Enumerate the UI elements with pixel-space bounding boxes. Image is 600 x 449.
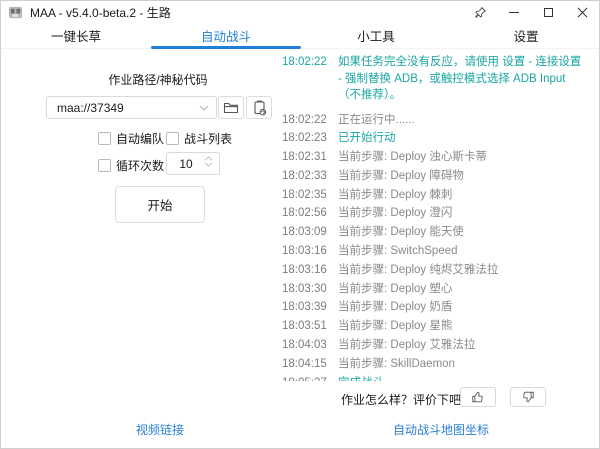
thumbs-down-button[interactable] (510, 387, 546, 407)
app-logo-icon (8, 5, 23, 20)
tab-bar: 一键长草 自动战斗 小工具 设置 (1, 23, 600, 49)
open-file-button[interactable] (218, 96, 244, 119)
log-message: 完成战斗 (338, 374, 586, 381)
start-button[interactable]: 开始 (115, 186, 205, 223)
log-entry: 18:02:56 当前步骤: Deploy 澄闪 (282, 204, 586, 223)
log-message: 当前步骤: Deploy 纯烬艾雅法拉 (338, 261, 586, 280)
log-timestamp: 18:02:35 (282, 186, 328, 205)
log-message: 当前步骤: Deploy 塑心 (338, 280, 586, 299)
import-from-clipboard-button[interactable] (246, 96, 272, 119)
log-message: 当前步骤: Deploy 艾雅法拉 (338, 336, 586, 355)
chevron-down-icon[interactable] (199, 105, 209, 111)
video-link[interactable]: 视频链接 (110, 421, 210, 438)
log-entry: 18:03:30 当前步骤: Deploy 塑心 (282, 280, 586, 299)
log-message: 当前步骤: Deploy 星熊 (338, 317, 586, 336)
log-message: 如果任务完全没有反应，请使用 设置 - 连接设置 - 强制替换 ADB，或触控模… (338, 54, 586, 104)
log-entry: 18:03:09 当前步骤: Deploy 能天使 (282, 223, 586, 242)
log-message: 当前步骤: SkillDaemon (338, 355, 586, 374)
thumbs-up-icon (471, 390, 485, 404)
close-icon (577, 7, 588, 18)
loop-times-label: 循环次数 (116, 157, 164, 174)
titlebar-controls (463, 1, 599, 23)
log-entry: 18:04:15 当前步骤: SkillDaemon (282, 355, 586, 374)
log-entry: 18:02:35 当前步骤: Deploy 棘刺 (282, 186, 586, 205)
log-message: 当前步骤: Deploy 能天使 (338, 223, 586, 242)
pin-icon (474, 6, 487, 19)
minimize-button[interactable] (497, 1, 531, 23)
log-entry: 18:03:51 当前步骤: Deploy 星熊 (282, 317, 586, 336)
log-entry: 18:05:27 完成战斗 (282, 374, 586, 381)
loop-times-checkbox[interactable] (98, 159, 111, 172)
log-timestamp: 18:02:23 (282, 129, 328, 148)
log-timestamp: 18:05:27 (282, 374, 328, 381)
tab-farming[interactable]: 一键长草 (1, 23, 151, 48)
log-timestamp: 18:03:30 (282, 280, 328, 299)
battle-list-option: 战斗列表 (166, 130, 232, 147)
loop-times-option: 循环次数 (98, 157, 164, 174)
log-timestamp: 18:02:31 (282, 148, 328, 167)
tab-settings[interactable]: 设置 (451, 23, 600, 48)
log-entry: 18:04:03 当前步骤: Deploy 艾雅法拉 (282, 336, 586, 355)
log-list: 18:02:22 如果任务完全没有反应，请使用 设置 - 连接设置 - 强制替换 … (282, 51, 586, 381)
maa-window: MAA - v5.4.0-beta.2 - 生路 一键长草 自动战斗 小 (0, 0, 600, 449)
log-entry: 18:02:33 当前步骤: Deploy 障碍物 (282, 167, 586, 186)
copilot-path-combobox[interactable] (46, 96, 217, 119)
titlebar: MAA - v5.4.0-beta.2 - 生路 (1, 1, 599, 23)
pin-button[interactable] (463, 1, 497, 23)
tab-copilot[interactable]: 自动战斗 (151, 23, 301, 48)
log-message: 当前步骤: SwitchSpeed (338, 242, 586, 261)
folder-icon (223, 101, 239, 115)
thumbs-up-button[interactable] (460, 387, 496, 407)
log-message: 当前步骤: Deploy 奶盾 (338, 298, 586, 317)
copilot-path-heading: 作业路径/神秘代码 (58, 71, 258, 88)
log-message: 当前步骤: Deploy 障碍物 (338, 167, 586, 186)
log-entry: 18:02:23 已开始行动 (282, 129, 586, 148)
log-timestamp: 18:03:51 (282, 317, 328, 336)
auto-squad-checkbox[interactable] (98, 132, 111, 145)
window-title: MAA - v5.4.0-beta.2 - 生路 (30, 4, 171, 21)
log-entry: 18:02:22 如果任务完全没有反应，请使用 设置 - 连接设置 - 强制替换 … (282, 54, 586, 111)
log-timestamp: 18:03:09 (282, 223, 328, 242)
map-coordinates-link[interactable]: 自动战斗地图坐标 (381, 421, 501, 438)
close-button[interactable] (565, 1, 599, 23)
tab-tools[interactable]: 小工具 (301, 23, 451, 48)
log-message: 已开始行动 (338, 129, 586, 148)
thumbs-down-icon (521, 390, 535, 404)
battle-list-label: 战斗列表 (184, 130, 232, 147)
log-entry: 18:02:31 当前步骤: Deploy 浊心斯卡蒂 (282, 148, 586, 167)
log-timestamp: 18:04:03 (282, 336, 328, 355)
log-timestamp: 18:04:15 (282, 355, 328, 374)
log-message: 当前步骤: Deploy 澄闪 (338, 204, 586, 223)
log-timestamp: 18:02:33 (282, 167, 328, 186)
log-timestamp: 18:02:56 (282, 204, 328, 223)
log-entry: 18:03:39 当前步骤: Deploy 奶盾 (282, 298, 586, 317)
auto-squad-label: 自动编队 (116, 130, 164, 147)
log-message: 当前步骤: Deploy 浊心斯卡蒂 (338, 148, 586, 167)
battle-list-checkbox[interactable] (166, 132, 179, 145)
log-entry: 18:03:16 当前步骤: Deploy 纯烬艾雅法拉 (282, 261, 586, 280)
log-timestamp: 18:03:16 (282, 261, 328, 280)
loop-count-stepper[interactable] (166, 152, 220, 175)
maximize-button[interactable] (531, 1, 565, 23)
log-timestamp: 18:03:16 (282, 242, 328, 261)
log-timestamp: 18:02:22 (282, 111, 328, 130)
clipboard-import-icon (252, 100, 267, 116)
stepper-arrows-icon[interactable] (204, 156, 213, 167)
copilot-path-input[interactable] (47, 101, 199, 115)
log-message: 正在运行中...... (338, 111, 586, 130)
log-timestamp: 18:03:39 (282, 298, 328, 317)
log-entry: 18:02:22 正在运行中...... (282, 111, 586, 130)
auto-squad-option: 自动编队 (98, 130, 164, 147)
minimize-icon (509, 12, 519, 13)
maximize-icon (544, 8, 553, 17)
feedback-prompt: 作业怎么样？评价下吧！ (341, 391, 473, 408)
log-timestamp: 18:02:22 (282, 54, 328, 71)
log-entry: 18:03:16 当前步骤: SwitchSpeed (282, 242, 586, 261)
log-message: 当前步骤: Deploy 棘刺 (338, 186, 586, 205)
